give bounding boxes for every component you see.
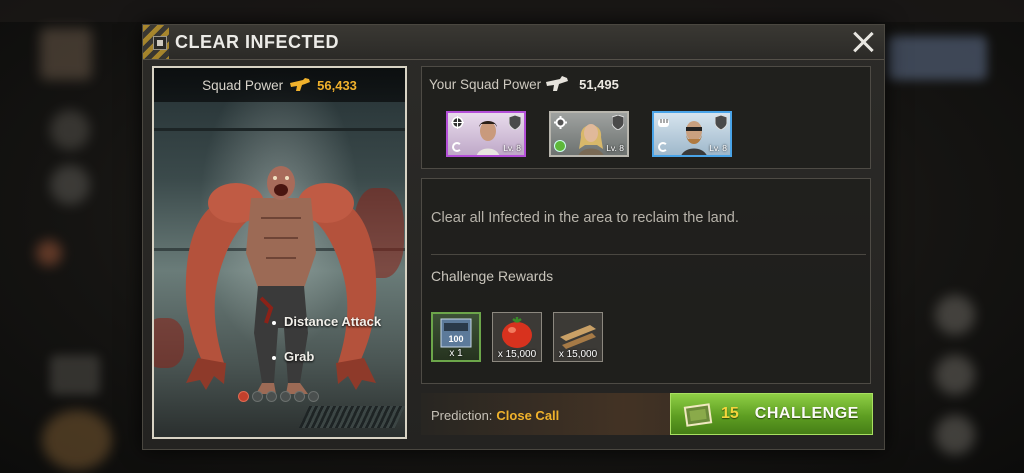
hero-portrait	[578, 124, 604, 155]
reward-quantity: x 15,000	[558, 349, 598, 360]
hero-slot-1[interactable]: Lv. 8	[446, 111, 526, 157]
background-icon	[36, 240, 62, 266]
background-panel	[50, 355, 100, 395]
pager-dot[interactable]	[266, 391, 277, 402]
pager-dot[interactable]	[252, 391, 263, 402]
hero-level: Lv. 8	[503, 143, 521, 153]
bullet-dot	[272, 355, 276, 360]
reward-tomato[interactable]: x 15,000	[492, 312, 542, 362]
gear-icon	[554, 116, 567, 129]
pager-dot-active[interactable]	[238, 391, 249, 402]
background-icon	[935, 415, 975, 455]
reward-quantity: x 1	[449, 348, 463, 359]
gun-icon	[546, 76, 569, 91]
hero-level: Lv. 8	[709, 143, 727, 153]
ability-label: Grab	[284, 349, 315, 364]
scene-rail	[154, 128, 405, 131]
mission-description: Clear all Infected in the area to reclai…	[431, 210, 739, 226]
background-icon	[50, 165, 90, 205]
close-icon[interactable]	[850, 29, 876, 55]
crosshair-icon	[451, 116, 464, 129]
reward-wood[interactable]: x 15,000	[553, 312, 603, 362]
mission-info-panel: Clear all Infected in the area to reclai…	[421, 178, 871, 384]
floor-grate	[298, 406, 405, 428]
shield-icon	[612, 115, 624, 130]
your-squad-power: Your Squad Power 51,495	[429, 75, 619, 93]
exp-book-badge: 100	[448, 334, 463, 344]
hero-slot-3[interactable]: Lv. 8	[652, 111, 732, 157]
prediction: Prediction: Close Call	[431, 408, 559, 423]
prediction-value: Close Call	[496, 408, 560, 423]
your-squad-power-label: Your Squad Power	[429, 76, 542, 92]
enemy-squad-power: Squad Power 56,433	[154, 68, 405, 102]
menu-badge-icon	[153, 36, 167, 50]
dialog-titlebar: CLEAR INFECTED	[143, 25, 884, 60]
ability-distance-attack: Distance Attack	[272, 314, 381, 329]
shield-icon	[715, 115, 727, 130]
challenge-cost: 15	[721, 405, 739, 422]
hero-level: Lv. 8	[606, 143, 624, 153]
reward-quantity: x 15,000	[497, 349, 537, 360]
enemy-pager[interactable]	[238, 391, 319, 402]
challenge-button[interactable]: 15 CHALLENGE	[670, 393, 873, 435]
squad-power-label: Squad Power	[202, 77, 284, 93]
rewards-title: Challenge Rewards	[431, 268, 554, 284]
pager-dot[interactable]	[280, 391, 291, 402]
clear-infected-dialog: CLEAR INFECTED Squad Power 56,433 Distan…	[142, 24, 885, 450]
reward-exp-book[interactable]: 100 x 1	[431, 312, 481, 362]
divider	[431, 254, 866, 255]
background-banner	[887, 36, 987, 80]
hero-portrait	[476, 121, 500, 155]
shield-icon	[509, 115, 521, 130]
pager-dot[interactable]	[294, 391, 305, 402]
bullet-dot	[272, 320, 276, 325]
enemy-card[interactable]: Squad Power 56,433 Distance Attack Grab	[152, 66, 407, 439]
your-squad-panel: Your Squad Power 51,495 Lv. 8 Lv. 8 Lv. …	[421, 66, 871, 169]
hero-portrait	[681, 121, 707, 155]
star-rank-icon	[452, 142, 462, 152]
challenge-label: CHALLENGE	[754, 405, 859, 422]
green-buff-icon	[554, 140, 566, 152]
fist-icon	[658, 119, 669, 127]
gun-icon	[290, 78, 311, 91]
background-icon	[935, 355, 975, 395]
background-icon	[50, 110, 90, 150]
enemy-squad-power-value: 56,433	[317, 77, 357, 93]
background-icon	[935, 295, 975, 335]
ability-label: Distance Attack	[284, 314, 382, 329]
ability-grab: Grab	[272, 349, 314, 364]
background-top-bar	[0, 0, 1024, 22]
prediction-label: Prediction:	[431, 408, 493, 423]
dialog-title: CLEAR INFECTED	[175, 32, 339, 52]
supply-crate-icon	[683, 403, 713, 427]
hero-slot-2[interactable]: Lv. 8	[549, 111, 629, 157]
pager-dot[interactable]	[308, 391, 319, 402]
background-icon	[42, 410, 112, 470]
background-avatar	[40, 28, 92, 80]
your-squad-power-value: 51,495	[579, 76, 619, 92]
star-rank-icon	[658, 142, 668, 152]
